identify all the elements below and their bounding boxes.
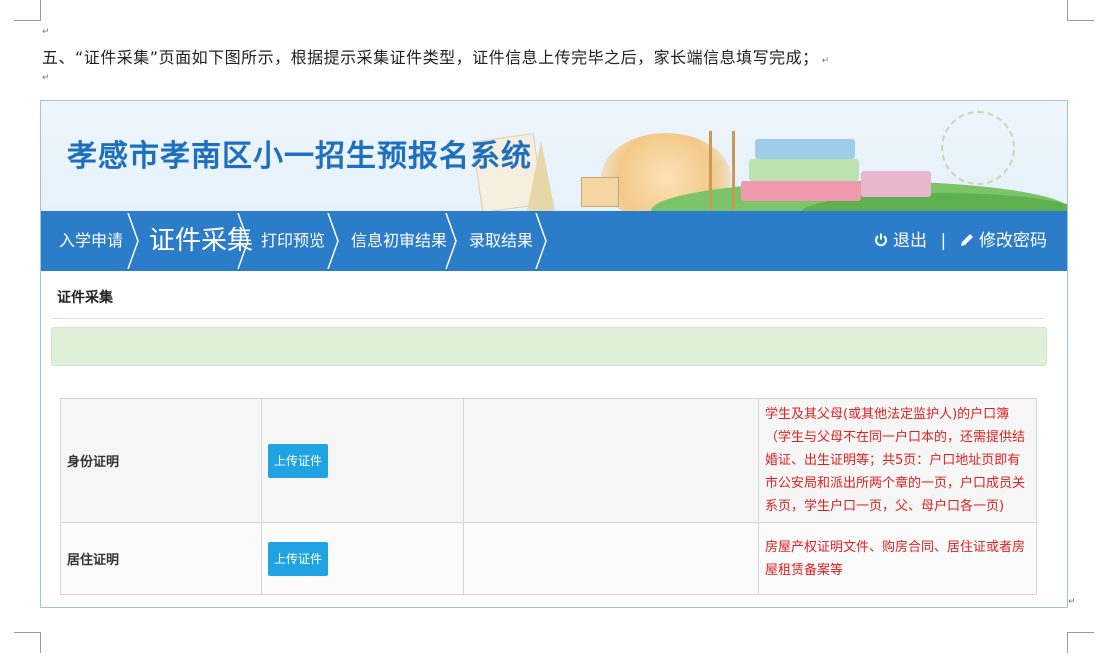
document-type-label: 居住证明 <box>60 522 262 595</box>
banner-illustration <box>941 111 1015 185</box>
divider <box>51 318 1045 319</box>
header-banner: 孝感市孝南区小一招生预报名系统 <box>41 101 1067 211</box>
pencil-icon <box>960 234 973 246</box>
paragraph-mark: ↵ <box>821 56 830 66</box>
paragraph-mark: ↵ <box>1068 597 1076 607</box>
nav-item-review-result[interactable]: 信息初审结果 <box>351 211 447 271</box>
banner-illustration <box>581 177 619 207</box>
document-requirement-text: 学生及其父母(或其他法定监护人)的户口簿（学生与父母不在同一户口本的，还需提供结… <box>758 398 1037 523</box>
banner-illustration <box>749 159 859 181</box>
upload-cell: 上传证件 <box>261 398 464 523</box>
page-corner-mark-top-right <box>1067 0 1094 21</box>
paragraph-mark: ↵ <box>42 27 50 37</box>
banner-illustration <box>755 139 855 159</box>
document-table: 身份证明 上传证件 学生及其父母(或其他法定监护人)的户口簿（学生与父母不在同一… <box>60 398 1037 595</box>
section-title: 证件采集 <box>57 290 113 306</box>
logout-link[interactable]: 退出 <box>893 231 927 251</box>
chevron-right-icon <box>127 213 139 269</box>
nav-separator: | <box>940 231 947 251</box>
table-row: 身份证明 上传证件 学生及其父母(或其他法定监护人)的户口簿（学生与父母不在同一… <box>60 398 1037 523</box>
change-password-link[interactable]: 修改密码 <box>979 231 1047 251</box>
uploaded-file-cell <box>463 398 759 523</box>
chevron-right-icon <box>237 213 249 269</box>
page-corner-mark-top-left <box>14 0 41 21</box>
paragraph-mark: ↵ <box>42 73 50 83</box>
document-type-label: 身份证明 <box>60 398 262 523</box>
account-actions: 退出 | 修改密码 <box>874 211 1047 271</box>
chevron-right-icon <box>445 213 457 269</box>
upload-document-button[interactable]: 上传证件 <box>268 443 329 478</box>
power-icon <box>874 233 887 247</box>
table-row: 居住证明 上传证件 房屋产权证明文件、购房合同、居住证或者房屋租赁备案等 <box>60 522 1037 595</box>
document-paragraph: 五、“证件采集”页面如下图所示，根据提示采集证件类型，证件信息上传完毕之后，家长… <box>42 44 830 68</box>
system-title: 孝感市孝南区小一招生预报名系统 <box>67 139 532 174</box>
upload-cell: 上传证件 <box>261 522 464 595</box>
top-nav: 入学申请 证件采集 打印预览 信息初审结果 录取结果 退出 | 修改密码 <box>41 211 1067 271</box>
banner-illustration <box>709 131 735 211</box>
notice-bar <box>51 327 1047 366</box>
document-requirement-text: 房屋产权证明文件、购房合同、居住证或者房屋租赁备案等 <box>758 522 1037 595</box>
nav-item-apply[interactable]: 入学申请 <box>59 211 123 271</box>
chevron-right-icon <box>327 213 339 269</box>
embedded-screenshot: 孝感市孝南区小一招生预报名系统 入学申请 证件采集 打印预览 信息初审结果 录取… <box>40 100 1068 608</box>
chevron-right-icon <box>535 213 547 269</box>
nav-item-admission-result[interactable]: 录取结果 <box>469 211 533 271</box>
upload-document-button[interactable]: 上传证件 <box>268 541 329 576</box>
page-corner-mark-bottom-right <box>1067 632 1094 653</box>
banner-illustration <box>741 181 861 201</box>
uploaded-file-cell <box>463 522 759 595</box>
banner-illustration <box>861 171 931 197</box>
paragraph-text: 五、“证件采集”页面如下图所示，根据提示采集证件类型，证件信息上传完毕之后，家长… <box>42 48 819 67</box>
page-corner-mark-bottom-left <box>14 632 41 653</box>
nav-item-print-preview[interactable]: 打印预览 <box>261 211 325 271</box>
